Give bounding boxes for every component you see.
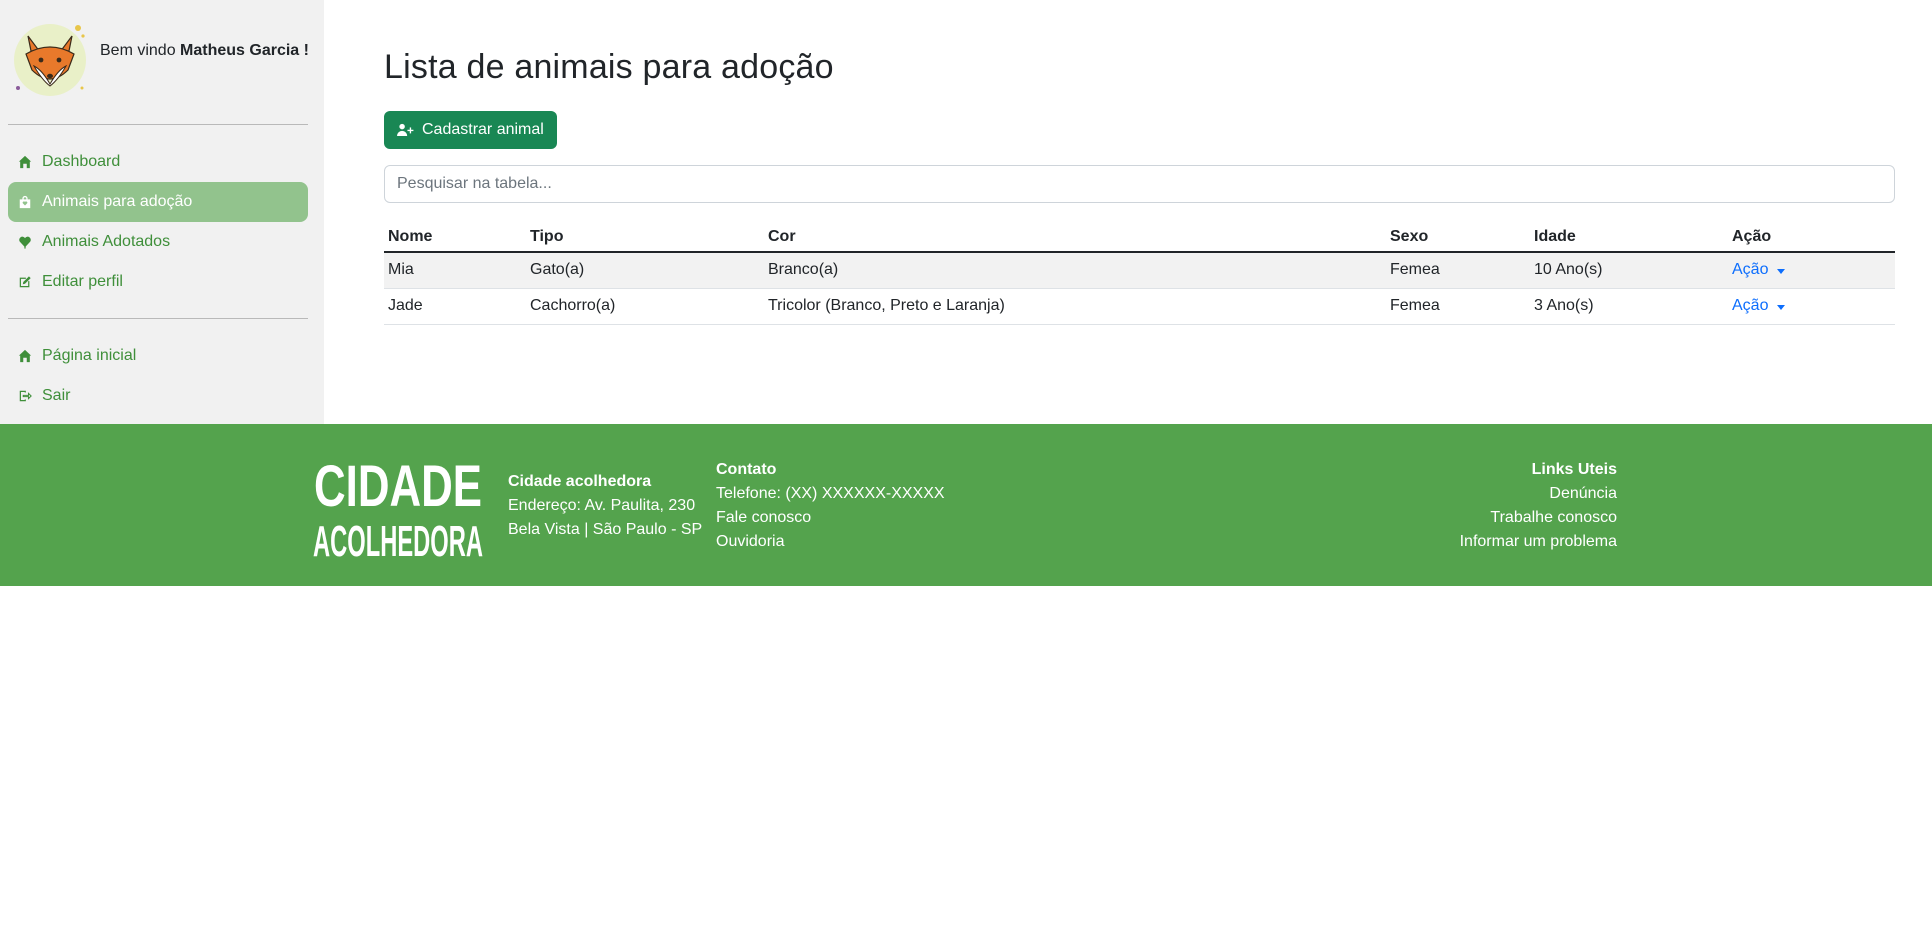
fox-avatar	[14, 24, 86, 96]
cell-cor: Branco(a)	[764, 252, 1386, 289]
cell-tipo: Cachorro(a)	[526, 288, 764, 325]
svg-text:ACOLHEDORA: ACOLHEDORA	[313, 517, 483, 559]
table-search-input[interactable]	[384, 165, 1895, 203]
footer-link-denuncia[interactable]: Denúncia	[1460, 482, 1617, 506]
sidebar-item-animais-adotados[interactable]: Animais Adotados	[8, 222, 308, 262]
sidebar: Bem vindo Matheus Garcia ! Dashboard Ani…	[0, 0, 324, 424]
sidebar-item-editar-perfil[interactable]: Editar perfil	[8, 262, 308, 302]
caret-down-icon	[1777, 268, 1786, 274]
footer-link-trabalhe-conosco[interactable]: Trabalhe conosco	[1460, 506, 1617, 530]
footer-org: Cidade acolhedora Endereço: Av. Paulita,…	[508, 470, 702, 542]
heart-icon	[18, 235, 32, 249]
action-label: Ação	[1732, 261, 1769, 279]
cell-tipo: Gato(a)	[526, 252, 764, 289]
header-tipo: Tipo	[526, 222, 764, 253]
footer-contact: Contato Telefone: (XX) XXXXXX-XXXXX Fale…	[716, 458, 945, 554]
add-animal-button[interactable]: Cadastrar animal	[384, 111, 557, 149]
sidebar-divider	[8, 318, 308, 319]
home-icon	[18, 349, 32, 363]
footer-address: Endereço: Av. Paulita, 230	[508, 497, 696, 514]
footer-city: Bela Vista | São Paulo - SP	[508, 521, 703, 538]
sidebar-item-label: Animais Adotados	[42, 233, 171, 250]
home-icon	[18, 155, 32, 169]
header-sexo: Sexo	[1386, 222, 1530, 253]
sidebar-item-label: Sair	[42, 387, 71, 404]
add-user-icon	[397, 123, 414, 136]
caret-down-icon	[1777, 304, 1786, 310]
sidebar-item-pagina-inicial[interactable]: Página inicial	[8, 336, 308, 376]
cidade-acolhedora-logo: CIDADE ACOLHEDORA	[313, 454, 483, 559]
action-dropdown[interactable]: Ação	[1732, 261, 1786, 279]
footer-phone: Telefone: (XX) XXXXXX-XXXXX	[716, 485, 945, 502]
cell-idade: 3 Ano(s)	[1530, 288, 1728, 325]
footer-org-name: Cidade acolhedora	[508, 473, 652, 490]
animals-table: Nome Tipo Cor Sexo Idade Ação Mia Gato(a…	[384, 222, 1895, 325]
cell-acao: Ação	[1728, 252, 1895, 289]
cell-cor: Tricolor (Branco, Preto e Laranja)	[764, 288, 1386, 325]
action-dropdown[interactable]: Ação	[1732, 297, 1786, 315]
svg-text:CIDADE: CIDADE	[314, 454, 482, 519]
footer-contact-title: Contato	[716, 461, 777, 478]
footer-useful-links: Links Uteis Denúncia Trabalhe conosco In…	[1460, 458, 1617, 554]
footer-link-fale-conosco[interactable]: Fale conosco	[716, 506, 945, 530]
sidebar-item-sair[interactable]: Sair	[8, 376, 308, 416]
sidebar-item-label: Página inicial	[42, 347, 137, 364]
cell-nome: Jade	[384, 288, 526, 325]
sidebar-divider	[8, 124, 308, 125]
header-cor: Cor	[764, 222, 1386, 253]
add-animal-label: Cadastrar animal	[422, 121, 544, 138]
logout-icon	[18, 389, 32, 403]
bag-icon	[18, 195, 32, 209]
cell-nome: Mia	[384, 252, 526, 289]
cell-idade: 10 Ano(s)	[1530, 252, 1728, 289]
user-name: Matheus Garcia !	[180, 42, 309, 59]
header-acao: Ação	[1728, 222, 1895, 253]
sidebar-item-label: Dashboard	[42, 153, 121, 170]
footer-link-ouvidoria[interactable]: Ouvidoria	[716, 530, 945, 554]
footer-links-title: Links Uteis	[1531, 461, 1617, 478]
footer-link-informar-problema[interactable]: Informar um problema	[1460, 530, 1617, 554]
sidebar-item-label: Editar perfil	[42, 273, 123, 290]
welcome-text: Bem vindo Matheus Garcia !	[100, 42, 309, 60]
action-label: Ação	[1732, 297, 1769, 314]
table-row: Mia Gato(a) Branco(a) Femea 10 Ano(s) Aç…	[384, 252, 1895, 289]
cell-acao: Ação	[1728, 288, 1895, 325]
table-header-row: Nome Tipo Cor Sexo Idade Ação	[384, 222, 1895, 253]
sidebar-item-animais-para-adocao[interactable]: Animais para adoção	[8, 182, 308, 222]
sidebar-item-label: Animais para adoção	[42, 193, 193, 210]
page-title: Lista de animais para adoção	[384, 48, 834, 86]
cell-sexo: Femea	[1386, 288, 1530, 325]
footer: CIDADE ACOLHEDORA Cidade acolhedora Ende…	[0, 424, 1932, 586]
sidebar-item-dashboard[interactable]: Dashboard	[8, 142, 308, 182]
edit-icon	[18, 275, 32, 289]
user-header: Bem vindo Matheus Garcia !	[8, 16, 318, 100]
cell-sexo: Femea	[1386, 252, 1530, 289]
welcome-prefix: Bem vindo	[100, 42, 176, 59]
header-nome: Nome	[384, 222, 526, 253]
table-row: Jade Cachorro(a) Tricolor (Branco, Preto…	[384, 288, 1895, 325]
header-idade: Idade	[1530, 222, 1728, 253]
